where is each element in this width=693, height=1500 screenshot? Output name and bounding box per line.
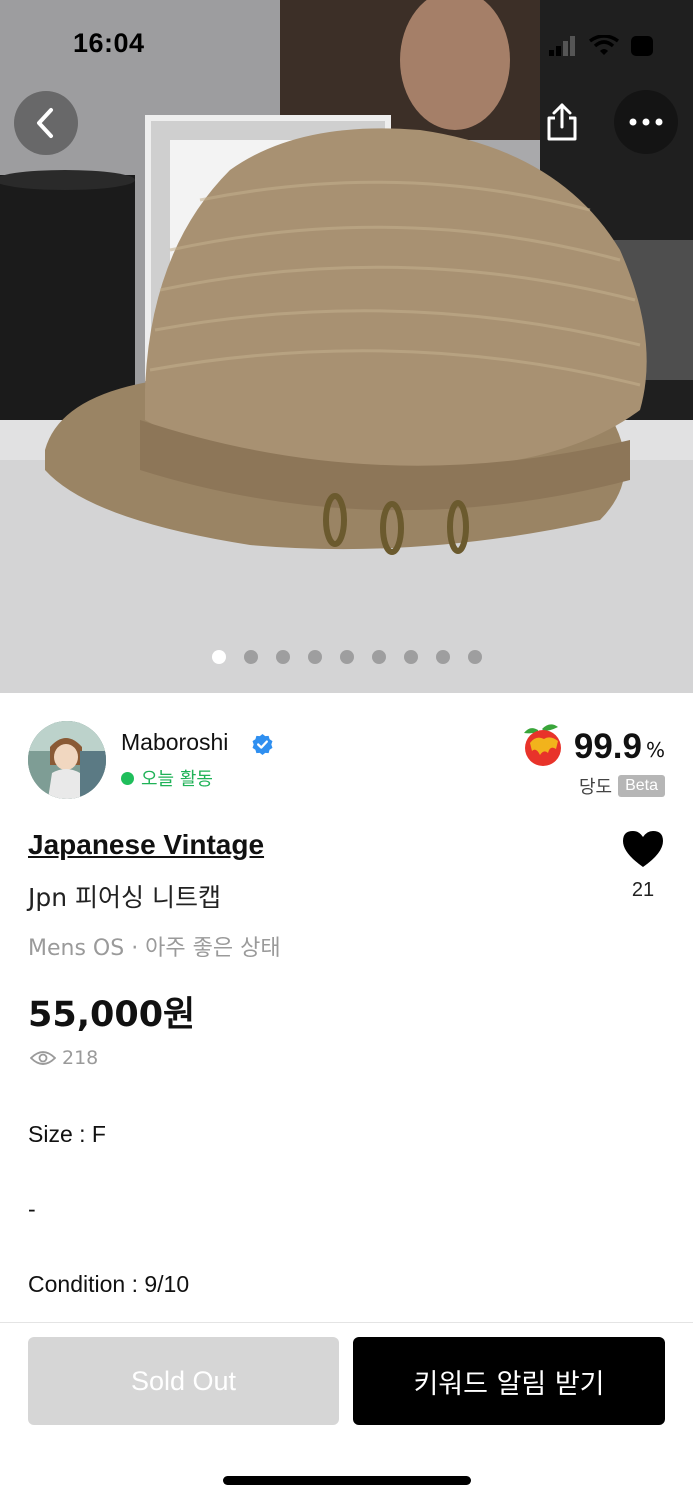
back-button[interactable] <box>14 91 78 155</box>
gallery-pagination <box>0 650 693 664</box>
status-time: 16:04 <box>73 28 145 58</box>
eye-icon <box>30 1051 56 1065</box>
seller-name[interactable]: Maboroshi <box>121 729 228 756</box>
avatar-image <box>28 721 106 799</box>
pagination-dot[interactable] <box>211 650 226 664</box>
view-count-value: 218 <box>62 1047 99 1069</box>
verified-badge-icon <box>252 733 273 756</box>
online-dot-icon <box>121 771 134 785</box>
battery-icon <box>631 36 653 56</box>
heart-icon <box>623 831 663 867</box>
share-icon <box>547 103 577 141</box>
more-horizontal-icon <box>629 118 663 126</box>
status-icons <box>549 34 653 58</box>
description-condition: Condition : 9/10 <box>28 1271 190 1297</box>
more-options-button[interactable] <box>614 90 678 154</box>
home-indicator[interactable] <box>223 1476 471 1485</box>
pagination-dot[interactable] <box>403 650 418 664</box>
description-size: Size : F <box>28 1121 106 1147</box>
brand-link[interactable]: Japanese Vintage <box>28 829 264 861</box>
activity-status: 오늘 활동 <box>121 765 213 791</box>
view-count: 218 <box>30 1047 98 1069</box>
signal-icon <box>549 36 575 56</box>
chevron-left-icon <box>37 108 53 138</box>
avatar[interactable] <box>28 721 106 799</box>
rating-value: 99.9 <box>573 727 642 766</box>
status-bar: 16:04 <box>0 0 693 90</box>
beta-badge: Beta <box>618 775 665 797</box>
seller-section[interactable]: Maboroshi 오늘 활동 99.9 % 당도 Beta <box>28 721 665 801</box>
sold-out-button[interactable]: Sold Out <box>28 1337 339 1425</box>
description-separator: - <box>28 1196 36 1222</box>
wifi-icon <box>589 35 619 55</box>
pagination-dot[interactable] <box>467 650 482 664</box>
share-button[interactable] <box>530 90 594 154</box>
activity-text: 오늘 활동 <box>141 769 213 790</box>
product-title: Jpn 피어싱 니트캡 <box>28 883 221 912</box>
pagination-dot[interactable] <box>307 650 322 664</box>
pagination-dot[interactable] <box>243 650 258 664</box>
product-price: 55,000원 <box>28 995 196 1035</box>
keyword-alert-button[interactable]: 키워드 알림 받기 <box>353 1337 665 1425</box>
rating-unit: % <box>645 738 665 762</box>
pagination-dot[interactable] <box>339 650 354 664</box>
pagination-dot[interactable] <box>275 650 290 664</box>
pagination-dot[interactable] <box>435 650 450 664</box>
product-image-gallery[interactable]: 16:04 <box>0 0 693 693</box>
product-meta: Mens OS · 아주 좋은 상태 <box>28 936 281 961</box>
peach-icon <box>523 724 561 766</box>
rating-label: 당도 <box>578 777 613 798</box>
like-count: 21 <box>631 879 655 901</box>
pagination-dot[interactable] <box>371 650 386 664</box>
bottom-bar-divider <box>0 1322 693 1323</box>
like-button[interactable]: 21 <box>619 829 667 902</box>
seller-rating[interactable]: 99.9 % 당도 Beta <box>520 721 665 799</box>
